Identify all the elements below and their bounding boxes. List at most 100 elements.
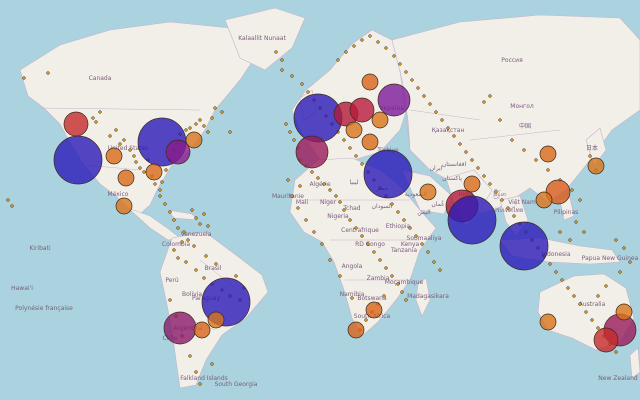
city-bubble-san-francisco[interactable] [53,135,103,185]
tiny-city-marker[interactable] [498,118,502,122]
tiny-city-marker[interactable] [350,296,354,300]
tiny-city-marker[interactable] [153,182,157,186]
tiny-city-marker[interactable] [204,254,208,258]
tiny-city-marker[interactable] [320,242,324,246]
tiny-city-marker[interactable] [94,120,98,124]
tiny-city-marker[interactable] [366,242,370,246]
tiny-city-marker[interactable] [128,148,132,152]
tiny-city-marker[interactable] [336,58,340,62]
tiny-city-marker[interactable] [296,206,300,210]
tiny-city-marker[interactable] [360,38,364,42]
tiny-city-marker[interactable] [286,178,290,182]
tiny-city-marker[interactable] [410,78,414,82]
tiny-city-marker[interactable] [192,244,196,248]
tiny-city-marker[interactable] [622,246,626,250]
tiny-city-marker[interactable] [280,68,284,72]
tiny-city-marker[interactable] [132,154,136,158]
tiny-city-marker[interactable] [338,274,342,278]
tiny-city-marker[interactable] [390,202,394,206]
tiny-city-marker[interactable] [342,208,346,212]
tiny-city-marker[interactable] [522,148,526,152]
tiny-city-marker[interactable] [372,250,376,254]
tiny-city-marker[interactable] [134,160,138,164]
city-bubble-seattle-vancouver[interactable] [63,111,89,137]
tiny-city-marker[interactable] [482,100,486,104]
tiny-city-marker[interactable] [384,266,388,270]
tiny-city-marker[interactable] [163,202,167,206]
tiny-city-marker[interactable] [408,226,412,230]
tiny-city-marker[interactable] [464,150,468,154]
city-bubble-delhi[interactable] [463,175,481,193]
tiny-city-marker[interactable] [176,226,180,230]
tiny-city-marker[interactable] [352,44,356,48]
tiny-city-marker[interactable] [164,168,168,172]
tiny-city-marker[interactable] [312,230,316,234]
tiny-city-marker[interactable] [172,218,176,222]
tiny-city-marker[interactable] [476,166,480,170]
tiny-city-marker[interactable] [402,218,406,222]
city-bubble-tel-aviv[interactable] [363,149,413,199]
tiny-city-marker[interactable] [604,284,608,288]
tiny-city-marker[interactable] [510,138,514,142]
tiny-city-marker[interactable] [316,176,320,180]
tiny-city-marker[interactable] [220,110,224,114]
tiny-city-marker[interactable] [6,198,10,202]
city-bubble-singapore[interactable] [499,221,549,271]
tiny-city-marker[interactable] [180,240,184,244]
tiny-city-marker[interactable] [446,126,450,130]
tiny-city-marker[interactable] [396,282,400,286]
tiny-city-marker[interactable] [206,224,210,228]
tiny-city-marker[interactable] [578,302,582,306]
tiny-city-marker[interactable] [452,134,456,138]
tiny-city-marker[interactable] [210,116,214,120]
tiny-city-marker[interactable] [298,184,302,188]
city-bubble-dubai[interactable] [419,183,437,201]
tiny-city-marker[interactable] [582,230,586,234]
tiny-city-marker[interactable] [202,124,206,128]
tiny-city-marker[interactable] [186,238,190,242]
tiny-city-marker[interactable] [384,46,388,50]
tiny-city-marker[interactable] [360,162,364,166]
tiny-city-marker[interactable] [158,194,162,198]
tiny-city-marker[interactable] [114,128,118,132]
tiny-city-marker[interactable] [118,142,122,146]
tiny-city-marker[interactable] [512,214,516,218]
tiny-city-marker[interactable] [184,260,188,264]
tiny-city-marker[interactable] [566,286,570,290]
tiny-city-marker[interactable] [274,50,278,54]
tiny-city-marker[interactable] [344,50,348,54]
tiny-city-marker[interactable] [470,158,474,162]
tiny-city-marker[interactable] [194,370,198,374]
city-bubble-paris[interactable] [295,135,329,169]
tiny-city-marker[interactable] [202,276,206,280]
tiny-city-marker[interactable] [280,58,284,62]
tiny-city-marker[interactable] [422,94,426,98]
tiny-city-marker[interactable] [488,94,492,98]
tiny-city-marker[interactable] [584,310,588,314]
tiny-city-marker[interactable] [188,354,192,358]
tiny-city-marker[interactable] [46,71,50,75]
tiny-city-marker[interactable] [202,212,206,216]
tiny-city-marker[interactable] [390,274,394,278]
tiny-city-marker[interactable] [416,86,420,90]
tiny-city-marker[interactable] [348,218,352,222]
tiny-city-marker[interactable] [382,294,386,298]
tiny-city-marker[interactable] [198,222,202,226]
tiny-city-marker[interactable] [234,274,238,278]
tiny-city-marker[interactable] [400,290,404,294]
city-bubble-taipei[interactable] [535,191,553,209]
city-bubble-chicago[interactable] [117,169,135,187]
city-bubble-houston[interactable] [115,197,133,215]
city-bubble-montevideo[interactable] [193,321,211,339]
tiny-city-marker[interactable] [172,248,176,252]
tiny-city-marker[interactable] [158,188,162,192]
tiny-city-marker[interactable] [214,262,218,266]
tiny-city-marker[interactable] [590,318,594,322]
tiny-city-marker[interactable] [572,294,576,298]
tiny-city-marker[interactable] [168,210,172,214]
tiny-city-marker[interactable] [342,138,346,142]
tiny-city-marker[interactable] [488,182,492,186]
tiny-city-marker[interactable] [368,34,372,38]
city-bubble-berlin[interactable] [349,97,375,123]
tiny-city-marker[interactable] [614,350,618,354]
